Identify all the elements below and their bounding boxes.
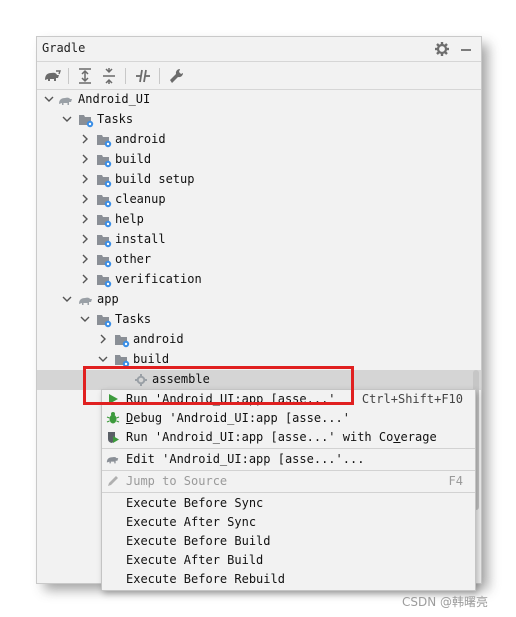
- chevron-right-icon[interactable]: [79, 133, 91, 145]
- execute-before-build-menu-item[interactable]: Execute Before Build: [102, 532, 475, 551]
- chevron-down-icon[interactable]: [61, 293, 73, 305]
- task-group-label: help: [115, 212, 144, 226]
- module-label: app: [97, 292, 119, 306]
- task-group-label: build: [115, 152, 152, 166]
- task-group-label: android: [133, 332, 184, 346]
- gear-icon[interactable]: [433, 40, 451, 58]
- toolbar-separator: [68, 68, 69, 84]
- task-folder-icon: [96, 312, 112, 328]
- coverage-icon: [106, 430, 120, 444]
- chevron-right-icon[interactable]: [97, 333, 109, 345]
- panel-title: Gradle: [42, 41, 86, 55]
- task-group-label: install: [115, 232, 166, 246]
- task-folder-icon: [96, 252, 112, 268]
- expand-all-icon[interactable]: [75, 66, 95, 86]
- chevron-right-icon[interactable]: [79, 233, 91, 245]
- task-folder-icon: [96, 232, 112, 248]
- chevron-right-icon[interactable]: [79, 173, 91, 185]
- gradle-toolbar: [37, 62, 481, 90]
- jump-to-source-menu-item[interactable]: Jump to Source F4: [102, 472, 475, 491]
- task-group-label: verification: [115, 272, 202, 286]
- execute-before-sync-menu-item[interactable]: Execute Before Sync: [102, 494, 475, 513]
- task-folder-icon: [96, 192, 112, 208]
- task-group-label: cleanup: [115, 192, 166, 206]
- coverage-label-suffix: erage: [400, 430, 437, 444]
- project-label: Android_UI: [78, 92, 151, 106]
- menu-separator: [102, 492, 475, 493]
- jump-label: Jump to Source: [126, 474, 228, 488]
- tasks-label: Tasks: [115, 312, 152, 326]
- highlight-annotation-box: [83, 366, 354, 405]
- chevron-down-icon[interactable]: [61, 113, 73, 125]
- jump-shortcut: F4: [448, 474, 463, 488]
- tasks-label: Tasks: [97, 112, 134, 126]
- menu-separator: [102, 470, 475, 471]
- task-folder-icon: [96, 132, 112, 148]
- task-folder-icon: [78, 112, 94, 128]
- bug-icon: [106, 411, 120, 425]
- coverage-label-prefix: Run 'Android_UI:app [asse...' with Co: [126, 430, 394, 444]
- elephant-icon[interactable]: [42, 66, 62, 86]
- chevron-right-icon[interactable]: [79, 153, 91, 165]
- toolbar-separator: [125, 68, 126, 84]
- task-folder-icon: [96, 152, 112, 168]
- minimize-icon[interactable]: [457, 40, 475, 58]
- menu-separator: [102, 448, 475, 449]
- edit-configuration-menu-item[interactable]: Edit 'Android_UI:app [asse...'...: [102, 450, 475, 469]
- pencil-icon: [106, 474, 120, 488]
- run-with-coverage-menu-item[interactable]: Run 'Android_UI:app [asse...' with Cover…: [102, 428, 475, 447]
- edit-label: Edit 'Android_UI:app [asse...'...: [126, 452, 365, 466]
- chevron-right-icon[interactable]: [79, 193, 91, 205]
- task-folder-icon: [114, 332, 130, 348]
- chevron-right-icon[interactable]: [79, 253, 91, 265]
- chevron-down-icon[interactable]: [79, 313, 91, 325]
- elephant-icon: [106, 452, 120, 466]
- run-shortcut: Ctrl+Shift+F10: [361, 392, 463, 406]
- debug-label-suffix: ebug 'Android_UI:app [asse...': [133, 411, 350, 425]
- chevron-down-icon[interactable]: [43, 93, 55, 105]
- task-folder-icon: [96, 212, 112, 228]
- menu-item-label: Execute After Build: [126, 553, 264, 567]
- execute-after-build-menu-item[interactable]: Execute After Build: [102, 551, 475, 570]
- coverage-mnemonic: v: [393, 430, 401, 444]
- menu-item-label: Execute Before Rebuild: [126, 572, 285, 586]
- chevron-right-icon[interactable]: [79, 273, 91, 285]
- collapse-all-icon[interactable]: [99, 66, 119, 86]
- task-group-label: android: [115, 132, 166, 146]
- task-group-label: build setup: [115, 172, 195, 186]
- menu-item-label: Execute Before Build: [126, 534, 271, 548]
- elephant-icon: [58, 92, 74, 108]
- chevron-right-icon[interactable]: [79, 213, 91, 225]
- task-group-label: other: [115, 252, 152, 266]
- menu-item-label: Execute After Sync: [126, 515, 257, 529]
- toggle-offline-icon[interactable]: [133, 66, 153, 86]
- debug-menu-item[interactable]: Debug 'Android_UI:app [asse...': [102, 409, 475, 428]
- task-folder-icon: [96, 172, 112, 188]
- elephant-icon: [78, 292, 94, 308]
- watermark: CSDN @韩曙亮: [402, 595, 489, 609]
- execute-before-rebuild-menu-item[interactable]: Execute Before Rebuild: [102, 570, 475, 589]
- wrench-icon[interactable]: [167, 66, 187, 86]
- execute-after-sync-menu-item[interactable]: Execute After Sync: [102, 513, 475, 532]
- title-bar: Gradle: [37, 37, 481, 62]
- chevron-down-icon[interactable]: [97, 353, 109, 365]
- task-folder-icon: [96, 272, 112, 288]
- task-group-label: build: [133, 352, 170, 366]
- menu-item-label: Execute Before Sync: [126, 496, 264, 510]
- toolbar-separator: [159, 68, 160, 84]
- task-context-menu: Run 'Android_UI:app [asse...' Ctrl+Shift…: [101, 389, 476, 591]
